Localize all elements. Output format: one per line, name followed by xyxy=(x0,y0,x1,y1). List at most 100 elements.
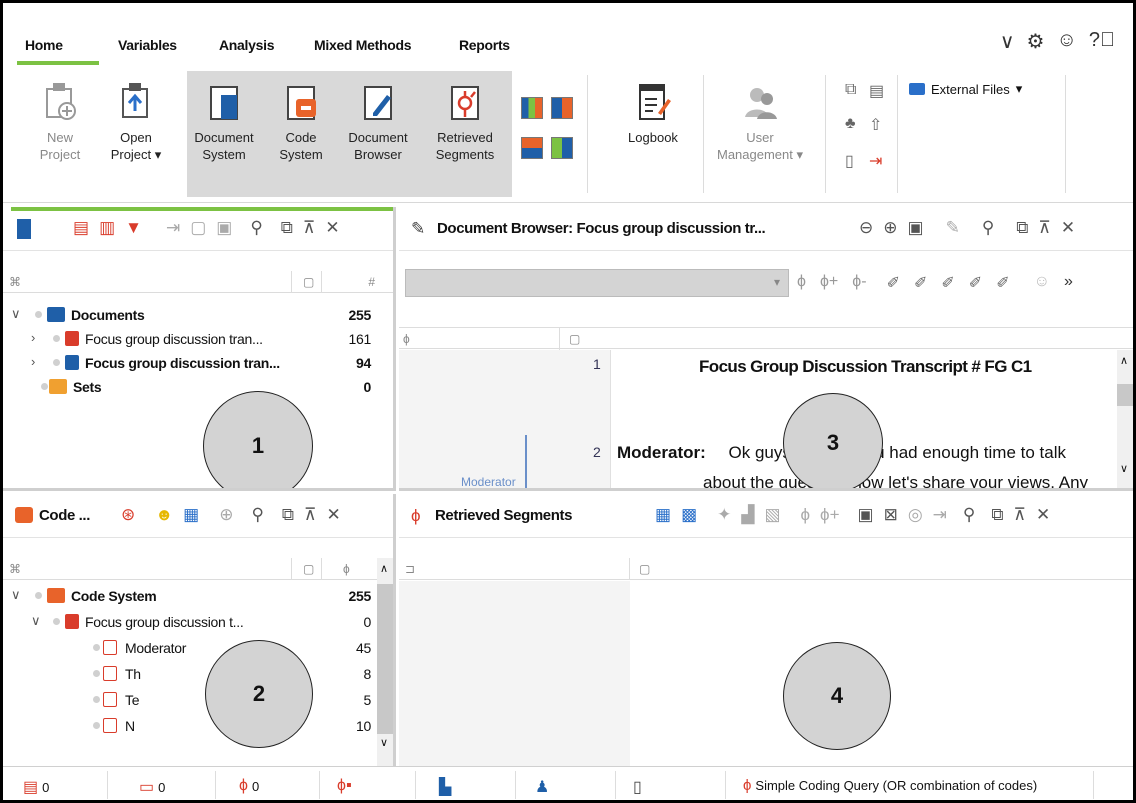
scroll-down-icon[interactable]: ∨ xyxy=(1120,462,1128,475)
search-icon[interactable]: ⚲ xyxy=(963,505,975,525)
web-export-icon[interactable]: ◎ xyxy=(908,505,923,525)
code-selector-dropdown[interactable]: ▾ xyxy=(405,269,789,297)
search-icon[interactable]: ⚲ xyxy=(250,218,262,238)
tree-row-code-system[interactable]: ∨ Code System 255 xyxy=(3,584,375,607)
filter-document-icon[interactable]: ▼ xyxy=(125,218,142,238)
smiley-icon[interactable]: ☺ xyxy=(1056,29,1076,54)
tree-row-documents[interactable]: ∨ Documents 255 xyxy=(3,303,375,326)
minimize-icon[interactable]: ⊼ xyxy=(304,505,316,525)
chevron-down-icon[interactable]: ∨ xyxy=(31,613,41,629)
tree-row-code[interactable]: N 10 xyxy=(3,714,375,737)
new-code-icon[interactable]: ⊛ xyxy=(121,505,135,525)
vertical-scrollbar[interactable]: ∧ ∨ xyxy=(1117,350,1133,488)
chart-icon[interactable]: ▟ xyxy=(741,505,754,525)
logbook-button[interactable]: Logbook xyxy=(621,73,685,146)
highlight-2-icon[interactable]: ✐ xyxy=(914,273,927,293)
overflow-icon[interactable]: » xyxy=(1064,273,1073,293)
vertical-scrollbar[interactable]: ∧ ∨ xyxy=(377,558,393,766)
status-documents[interactable]: ▤ 0 xyxy=(23,777,49,797)
exit-icon[interactable]: ⇥ xyxy=(869,151,882,171)
scroll-down-icon[interactable]: ∨ xyxy=(380,736,388,749)
undock-icon[interactable]: ⧉ xyxy=(281,218,293,238)
excel-export-icon[interactable]: ⊠ xyxy=(884,505,898,525)
layout-grid-icon[interactable] xyxy=(551,137,573,159)
import-document-icon[interactable]: ▥ xyxy=(99,218,115,238)
user-management-button[interactable]: User Management ▾ xyxy=(715,73,805,163)
close-icon[interactable]: ✕ xyxy=(1036,505,1050,525)
copy-icon[interactable]: ⧉ xyxy=(845,81,856,99)
tree-row-sets[interactable]: Sets 0 xyxy=(3,375,375,398)
tab-mixed-methods[interactable]: Mixed Methods xyxy=(314,37,412,53)
chevron-down-icon[interactable]: ∨ xyxy=(11,587,21,603)
status-codes[interactable]: ▭ 0 xyxy=(139,777,165,797)
spellcheck-icon[interactable]: ▧ xyxy=(764,505,780,525)
scroll-up-icon[interactable]: ∧ xyxy=(1120,354,1128,367)
zoom-in-icon[interactable]: ⊕ xyxy=(883,218,897,238)
chevron-down-icon[interactable]: ∨ xyxy=(11,306,21,322)
edit-icon[interactable]: ✎ xyxy=(946,218,960,238)
gear-icon[interactable]: ⚙ xyxy=(1027,29,1045,54)
chevron-right-icon[interactable]: › xyxy=(31,330,35,345)
tree-row-code[interactable]: ∨ Focus group discussion t... 0 xyxy=(3,610,375,633)
paste-icon[interactable]: ▤ xyxy=(869,81,884,101)
code-set-icon[interactable]: ⊕ xyxy=(219,505,233,525)
retrieved-segments-button[interactable]: Retrieved Segments xyxy=(429,73,501,163)
tree-row-code[interactable]: Moderator 45 xyxy=(3,636,375,659)
export-icon[interactable]: ⇥ xyxy=(933,505,947,525)
code-system-button[interactable]: Code System xyxy=(273,73,329,163)
minimize-icon[interactable]: ⊼ xyxy=(1014,505,1026,525)
close-icon[interactable]: ✕ xyxy=(325,218,339,238)
tree-row-code[interactable]: Te 5 xyxy=(3,688,375,711)
emoticode-icon[interactable]: ☻ xyxy=(155,505,173,525)
layout-3col-icon[interactable] xyxy=(521,97,543,119)
new-document-icon[interactable]: ▤ xyxy=(73,218,89,238)
highlight-4-icon[interactable]: ✐ xyxy=(969,273,982,293)
help-icon[interactable]: ?⃝ xyxy=(1089,29,1115,54)
layout-2row-icon[interactable] xyxy=(521,137,543,159)
code-icon[interactable]: ϕ xyxy=(797,273,806,293)
external-files-button[interactable]: External Files ▾ xyxy=(909,81,1022,97)
layout-2col-icon[interactable] xyxy=(551,97,573,119)
undock-icon[interactable]: ⧉ xyxy=(991,505,1003,525)
new-set-icon[interactable]: ▣ xyxy=(216,218,232,238)
close-icon[interactable]: ✕ xyxy=(1061,218,1075,238)
coding-query-selector[interactable]: ϕ Simple Coding Query (OR combination of… xyxy=(743,777,1037,794)
add-set-icon[interactable]: ▢ xyxy=(190,218,206,238)
document-icon[interactable]: ▯ xyxy=(845,151,854,171)
highlight-5-icon[interactable]: ✐ xyxy=(996,273,1009,293)
code-new-icon[interactable]: ϕ+ xyxy=(820,273,838,293)
tab-analysis[interactable]: Analysis xyxy=(219,37,274,53)
close-icon[interactable]: ✕ xyxy=(327,505,341,525)
tab-home[interactable]: Home xyxy=(25,37,63,53)
document-icon[interactable]: ▯ xyxy=(633,777,642,797)
expand-icon[interactable]: ⇥ xyxy=(166,218,180,238)
code-new-icon[interactable]: ϕ+ xyxy=(820,505,839,525)
document-system-button[interactable]: Document System xyxy=(189,73,259,163)
table-view-icon[interactable]: ▦ xyxy=(655,505,671,525)
export-icon[interactable]: ⇧ xyxy=(869,115,882,135)
tools-icon[interactable]: ✦ xyxy=(717,505,731,525)
status-segments[interactable]: ϕ 0 xyxy=(239,777,259,795)
tree-row-document[interactable]: › Focus group discussion tran... 161 xyxy=(3,327,375,350)
scroll-up-icon[interactable]: ∧ xyxy=(380,562,388,575)
code-icon[interactable]: ϕ xyxy=(801,505,811,525)
tab-variables[interactable]: Variables xyxy=(118,37,177,53)
search-icon[interactable]: ⚲ xyxy=(982,218,994,238)
minimize-icon[interactable]: ⊼ xyxy=(303,218,315,238)
undock-icon[interactable]: ⧉ xyxy=(1016,218,1028,238)
chevron-right-icon[interactable]: › xyxy=(31,354,35,369)
tab-reports[interactable]: Reports xyxy=(459,37,510,53)
undock-icon[interactable]: ⧉ xyxy=(282,505,294,525)
search-icon[interactable]: ⚲ xyxy=(251,505,263,525)
zoom-100-icon[interactable]: ▣ xyxy=(908,218,924,238)
open-project-button[interactable]: Open Project ▾ xyxy=(107,73,165,163)
tree-row-code[interactable]: Th 8 xyxy=(3,662,375,685)
emoticon-icon[interactable]: ☺ xyxy=(1034,273,1050,293)
new-project-button[interactable]: New Project xyxy=(33,73,87,163)
merge-icon[interactable]: ♣ xyxy=(845,115,856,133)
code-remove-icon[interactable]: ϕ- xyxy=(852,273,866,293)
tree-row-document[interactable]: › Focus group discussion tran... 94 xyxy=(3,351,375,374)
code-matrix-icon[interactable]: ▦ xyxy=(183,505,199,525)
excel-view-icon[interactable]: ▩ xyxy=(681,505,697,525)
scroll-thumb[interactable] xyxy=(1117,384,1133,406)
